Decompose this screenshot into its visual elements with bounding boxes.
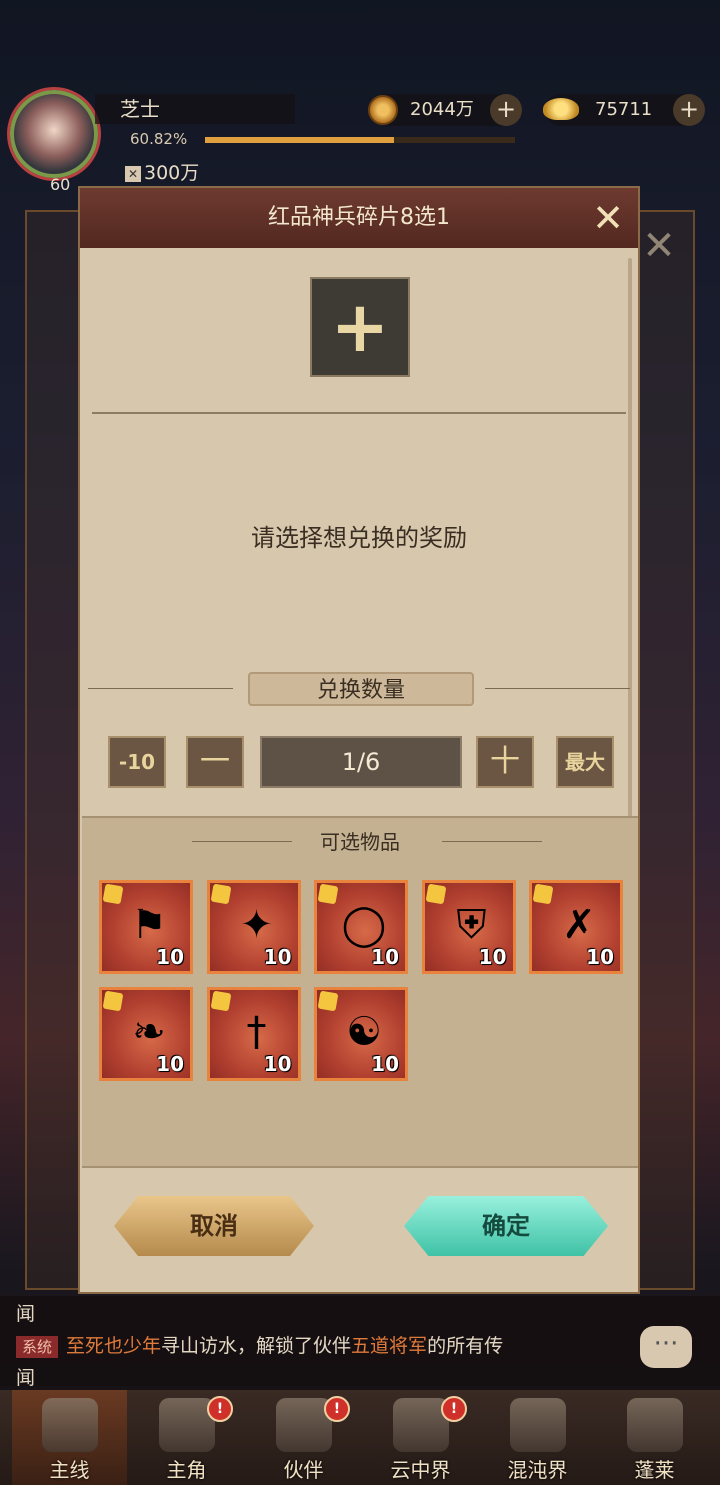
item-count: 10 bbox=[156, 945, 184, 969]
coin-icon bbox=[368, 95, 398, 125]
chat-text-1: 寻山访水，解锁了伙伴 bbox=[161, 1335, 352, 1357]
quantity-label: 兑换数量 bbox=[248, 672, 474, 706]
coin-resource: 2044万 + bbox=[368, 94, 522, 126]
plus-icon: + bbox=[330, 286, 390, 368]
nav-label: 云中界 bbox=[390, 1458, 451, 1482]
item-count: 10 bbox=[371, 945, 399, 969]
chat-line-prev: 闻 bbox=[16, 1303, 36, 1325]
alert-badge: ! bbox=[324, 1396, 350, 1422]
minus-ten-button[interactable]: -10 bbox=[108, 736, 166, 788]
item-count: 10 bbox=[263, 1052, 292, 1076]
nav-item[interactable]: ! 云中界 bbox=[363, 1390, 478, 1485]
item-slot[interactable]: ⛨ 10 bbox=[421, 880, 516, 974]
chat-message: 闻 系统 至死也少年寻山访水，解锁了伙伴五道将军的所有传 闻 bbox=[16, 1298, 636, 1394]
items-panel: 可选物品 ⚑ 10 ✦ 10 ◯ 10 ⛨ 10 ✗ 10 ❧ 10 † 10 ☯ 10 bbox=[82, 816, 638, 1168]
item-count: 10 bbox=[478, 945, 507, 969]
dialog-title: 红品神兵碎片8选1 bbox=[268, 205, 450, 230]
player-name: 芝士 bbox=[95, 94, 295, 124]
divider bbox=[88, 688, 233, 689]
nav-icon bbox=[42, 1398, 98, 1452]
puzzle-piece-icon bbox=[425, 883, 446, 905]
item-slot[interactable]: ◯ 10 bbox=[314, 880, 408, 974]
chat-bubble-icon[interactable]: ··· bbox=[640, 1326, 692, 1368]
system-tag: 系统 bbox=[16, 1336, 59, 1358]
item-slot[interactable]: ✗ 10 bbox=[529, 880, 623, 974]
item-count: 10 bbox=[371, 1052, 399, 1076]
gold-ingot-icon bbox=[543, 98, 579, 120]
nav-item[interactable]: 蓬莱 bbox=[597, 1390, 712, 1485]
select-prompt: 请选择想兑换的奖励 bbox=[251, 524, 467, 552]
item-slot[interactable]: ⚑ 10 bbox=[99, 880, 193, 974]
player-level: 60 bbox=[50, 175, 71, 194]
plus-one-button[interactable]: 十 bbox=[476, 736, 534, 788]
divider bbox=[485, 688, 630, 689]
item-count: 10 bbox=[586, 945, 614, 969]
background-close-icon: ✕ bbox=[642, 223, 676, 269]
alert-badge: ! bbox=[441, 1396, 467, 1422]
nav-item[interactable]: 混沌界 bbox=[480, 1390, 595, 1485]
xp-bar bbox=[205, 137, 515, 143]
power-display: ✕ 300万 bbox=[125, 158, 199, 185]
bottom-nav: 主线! 主角! 伙伴! 云中界 混沌界 蓬莱 bbox=[0, 1390, 720, 1485]
nav-label: 伙伴 bbox=[283, 1458, 324, 1482]
chat-player-name[interactable]: 至死也少年 bbox=[66, 1335, 161, 1357]
add-gold-button[interactable]: + bbox=[673, 94, 705, 126]
cancel-button[interactable]: 取消 bbox=[114, 1196, 314, 1256]
xp-bar-fill bbox=[205, 137, 394, 143]
items-title: 可选物品 bbox=[320, 830, 400, 854]
nav-icon bbox=[627, 1398, 683, 1452]
exchange-dialog: 红品神兵碎片8选1 ✕ + 请选择想兑换的奖励 兑换数量 -10 一 1/6 十… bbox=[78, 186, 640, 1294]
nav-icon bbox=[510, 1398, 566, 1452]
item-slot[interactable]: † 10 bbox=[206, 987, 301, 1081]
item-slot[interactable]: ☯ 10 bbox=[314, 987, 408, 1081]
gold-resource: 75711 + bbox=[543, 94, 705, 126]
item-slot[interactable]: ✦ 10 bbox=[206, 880, 301, 974]
item-count: 10 bbox=[263, 945, 292, 969]
player-avatar[interactable] bbox=[10, 90, 98, 178]
divider bbox=[92, 412, 626, 414]
puzzle-piece-icon bbox=[102, 883, 124, 905]
puzzle-piece-icon bbox=[102, 990, 124, 1012]
chat-partner-name[interactable]: 五道将军 bbox=[351, 1335, 427, 1357]
xp-percent: 60.82% bbox=[130, 130, 188, 148]
gold-value: 75711 bbox=[595, 99, 653, 120]
chat-text-2: 的所有传 bbox=[427, 1335, 504, 1357]
power-value: 300万 bbox=[144, 162, 200, 184]
divider bbox=[82, 1166, 638, 1168]
puzzle-piece-icon bbox=[210, 883, 231, 905]
nav-item[interactable]: ! 伙伴 bbox=[246, 1390, 361, 1485]
alert-badge: ! bbox=[207, 1396, 233, 1422]
nav-item[interactable]: ! 主角 bbox=[129, 1390, 244, 1485]
add-coins-button[interactable]: + bbox=[490, 94, 522, 126]
nav-label: 主线 bbox=[49, 1458, 90, 1482]
puzzle-piece-icon bbox=[532, 883, 554, 905]
confirm-button[interactable]: 确定 bbox=[404, 1196, 608, 1256]
nav-label: 蓬莱 bbox=[634, 1458, 675, 1482]
max-button[interactable]: 最大 bbox=[556, 736, 614, 788]
nav-item[interactable]: 主线 bbox=[12, 1390, 127, 1485]
coin-value: 2044万 bbox=[410, 99, 474, 120]
chat-line-system: 系统 至死也少年寻山访水，解锁了伙伴五道将军的所有传 bbox=[16, 1330, 636, 1362]
chat-panel[interactable]: 闻 系统 至死也少年寻山访水，解锁了伙伴五道将军的所有传 闻 ··· bbox=[0, 1296, 720, 1389]
selected-reward-slot[interactable]: + bbox=[310, 277, 410, 377]
minus-one-button[interactable]: 一 bbox=[186, 736, 244, 788]
puzzle-piece-icon bbox=[210, 990, 231, 1012]
item-count: 10 bbox=[156, 1052, 184, 1076]
nav-label: 主角 bbox=[166, 1458, 207, 1482]
quantity-field[interactable]: 1/6 bbox=[260, 736, 462, 788]
sword-icon: ✕ bbox=[125, 165, 141, 182]
puzzle-piece-icon bbox=[317, 883, 339, 905]
nav-label: 混沌界 bbox=[507, 1458, 568, 1482]
puzzle-piece-icon bbox=[317, 990, 339, 1012]
close-icon[interactable]: ✕ bbox=[586, 196, 630, 240]
item-slot[interactable]: ❧ 10 bbox=[99, 987, 193, 1081]
